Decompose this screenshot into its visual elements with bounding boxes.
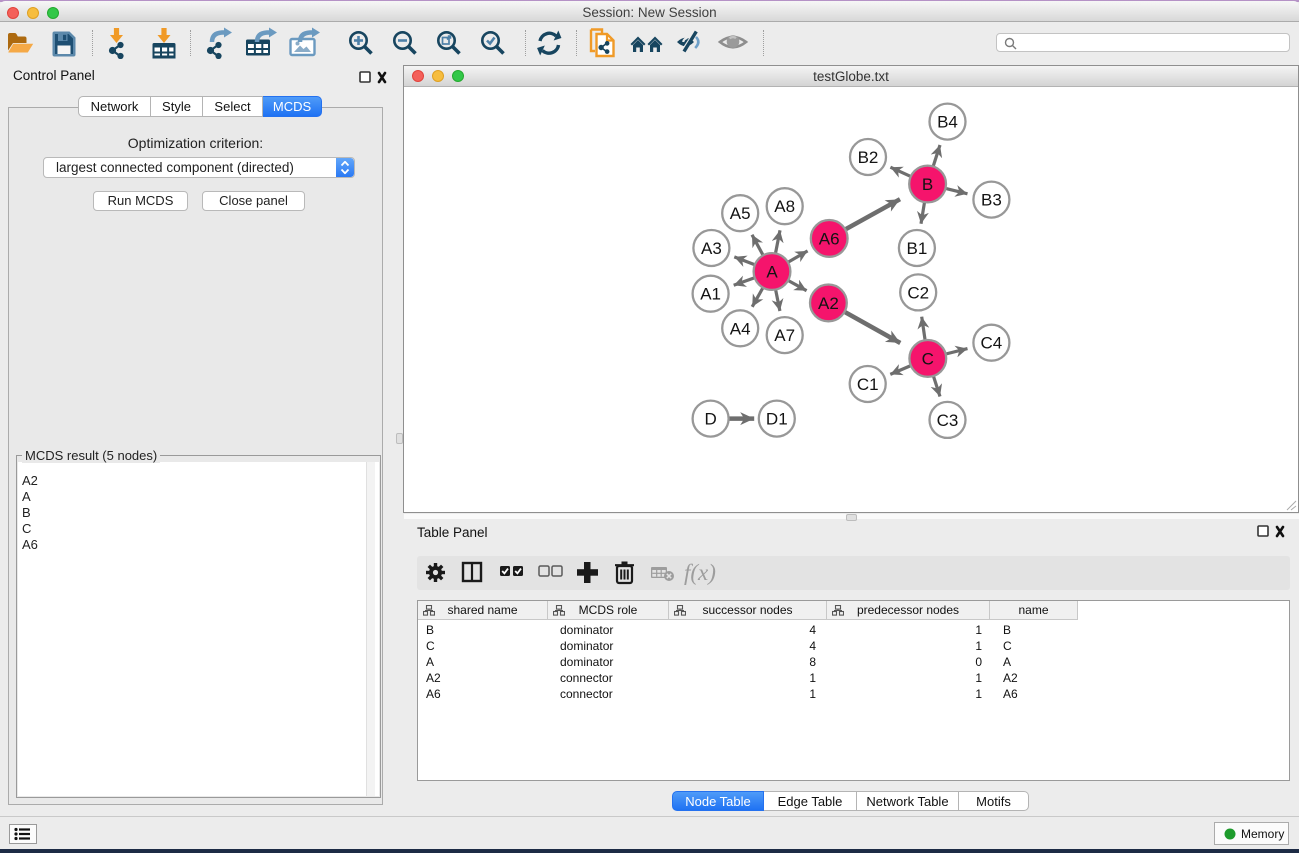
svg-text:A2: A2 xyxy=(818,294,839,313)
svg-text:C3: C3 xyxy=(937,411,959,430)
svg-text:A: A xyxy=(766,263,778,282)
svg-text:B2: B2 xyxy=(858,148,879,167)
svg-text:A4: A4 xyxy=(730,319,751,338)
svg-text:D: D xyxy=(704,410,716,429)
svg-text:B: B xyxy=(922,175,933,194)
svg-text:C1: C1 xyxy=(857,375,879,394)
svg-text:A3: A3 xyxy=(701,239,722,258)
svg-text:A6: A6 xyxy=(819,229,840,248)
svg-text:A5: A5 xyxy=(730,204,751,223)
svg-text:D1: D1 xyxy=(766,410,788,429)
svg-text:A8: A8 xyxy=(774,197,795,216)
svg-text:C4: C4 xyxy=(981,334,1003,353)
svg-text:A1: A1 xyxy=(700,285,721,304)
svg-text:B1: B1 xyxy=(907,239,928,258)
svg-text:C2: C2 xyxy=(907,283,929,302)
svg-text:B3: B3 xyxy=(981,191,1002,210)
svg-text:C: C xyxy=(922,349,934,368)
svg-text:A7: A7 xyxy=(774,326,795,345)
svg-text:B4: B4 xyxy=(937,113,958,132)
